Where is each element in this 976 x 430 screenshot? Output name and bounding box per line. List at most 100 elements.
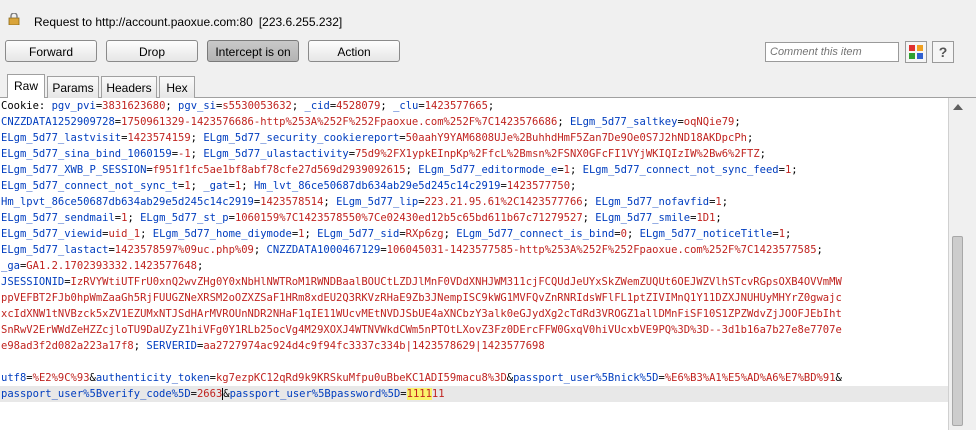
editor-line: ELgm_5d77_XWB_P_SESSION=f951f1fc5ae1bf8a… (0, 162, 948, 178)
punctuation: ; (323, 196, 337, 208)
punctuation: ; (746, 132, 754, 144)
param-value: e98ad3f2d082a223a17f8 (1, 340, 134, 352)
param-value: GA1.2.1702393332.1423577648 (26, 260, 197, 272)
param-name: pgv_pvi (51, 100, 96, 112)
forward-button[interactable]: Forward (5, 40, 97, 62)
param-name: ELgm_5d77_st_p (140, 212, 229, 224)
editor-line: e98ad3f2d082a223a17f8; SERVERID=aa272797… (0, 338, 948, 354)
param-name: _ga (1, 260, 20, 272)
param-name: ELgm_5d77_XWB_P_SESSION (1, 164, 147, 176)
param-value: 106045031-1423577585-http%253A%252F%252F… (386, 244, 817, 256)
drop-button[interactable]: Drop (106, 40, 198, 62)
param-value: 4528079 (336, 100, 381, 112)
request-header: Request to http://account.paoxue.com:80 [… (0, 0, 976, 40)
param-value: %E6%B3%A1%E5%AD%A6%E7%BD%91 (664, 372, 836, 384)
param-value: 1423578514 (260, 196, 324, 208)
scroll-up-arrow-icon[interactable] (953, 104, 963, 110)
lock-icon (8, 13, 20, 25)
param-name: ELgm_5d77_lip (336, 196, 419, 208)
param-name: ELgm_5d77_editormode_e (418, 164, 558, 176)
param-name: ELgm_5d77_sid (317, 228, 400, 240)
param-value: f951f1fc5ae1bf8abf78cfe27d569d2939092615 (152, 164, 406, 176)
punctuation: ; (140, 228, 153, 240)
editor-line: JSESSIONID=IzRVYWtiUTFrU0xnQ2wvZHg0Y0xNb… (0, 274, 948, 290)
param-name: passport_user%5Bpassword%5D (229, 388, 401, 400)
param-value: 1423578597%09uc.php%09 (114, 244, 254, 256)
editor-line: SnRwV2ErWWdZeHZZcjloTU9DaUZyZ1hiVFg0Y1RL… (0, 322, 948, 338)
punctuation: ; (570, 164, 583, 176)
param-name: _cid (304, 100, 330, 112)
param-value: 11 (431, 388, 445, 400)
param-value: uid_1 (108, 228, 141, 240)
param-value: IzRVYWtiUTFrU0xnQ2wvZHg0Y0xNbHlNWTRoM1RW… (70, 276, 842, 288)
help-button[interactable]: ? (932, 41, 954, 63)
param-name: _clu (393, 100, 419, 112)
param-name: CNZZDATA1252909728 (1, 116, 115, 128)
comment-input[interactable] (765, 42, 899, 62)
punctuation: ; (165, 100, 179, 112)
tab-hex[interactable]: Hex (159, 76, 195, 98)
punctuation: ; (196, 260, 204, 272)
editor-line: Cookie: pgv_pvi=3831623680; pgv_si=s5530… (0, 98, 948, 114)
selected-text: 1111 (406, 388, 432, 400)
punctuation: ; (582, 196, 596, 208)
param-value: 3831623680 (102, 100, 166, 112)
editor-line: ELgm_5d77_connect_not_sync_t=1; _gat=1; … (0, 178, 948, 194)
editor-line: ELgm_5d77_lastact=1423578597%09uc.php%09… (0, 242, 948, 258)
punctuation: ; (785, 228, 792, 240)
punctuation: ; (715, 212, 722, 224)
action-button[interactable]: Action (308, 40, 400, 62)
punctuation: ; (721, 196, 729, 208)
editor-line: ELgm_5d77_viewid=uid_1; ELgm_5d77_home_d… (0, 226, 948, 242)
editor-line: _ga=GA1.2.1702393332.1423577648; (0, 258, 948, 274)
editor-line: ELgm_5d77_sendmail=1; ELgm_5d77_st_p=106… (0, 210, 948, 226)
punctuation: ; (127, 212, 141, 224)
param-name: authenticity_token (95, 372, 210, 384)
param-name: ELgm_5d77_sendmail (1, 212, 115, 224)
param-value: kg7ezpKC12qRd9k9KRSkuMfpu0uBbeKC1ADI59ma… (215, 372, 507, 384)
editor-line: ELgm_5d77_lastvisit=1423574159; ELgm_5d7… (0, 130, 948, 146)
highlight-color-button[interactable] (905, 41, 927, 63)
param-value: ppVEFBT2FJb0hpWmZaaGh5RjFUUGZNeXRSM2oOZX… (1, 292, 842, 304)
help-icon: ? (938, 44, 948, 60)
param-name: _gat (203, 180, 229, 192)
punctuation: = (400, 388, 407, 400)
editor-line: CNZZDATA1252909728=1750961329-1423576686… (0, 114, 948, 130)
param-value: oqNQie79 (683, 116, 735, 128)
punctuation: ; (791, 164, 798, 176)
param-name: ELgm_5d77_sina_bind_1060159 (1, 148, 172, 160)
param-value: %E2%9C%93 (32, 372, 90, 384)
punctuation: ; (443, 228, 457, 240)
param-name: ELgm_5d77_noticeTitle (639, 228, 773, 240)
param-value: 223.21.95.61%2C1423577766 (424, 196, 583, 208)
param-name: passport_user%5Bverify_code%5D (1, 388, 191, 400)
tab-raw[interactable]: Raw (7, 74, 45, 99)
param-name: ELgm_5d77_ulastactivity (203, 148, 349, 160)
param-value: xcIdXNW1tNVBzck5xZV1EZUMxNTJSdHArMVROUnN… (1, 308, 842, 320)
param-name: CNZZDATA1000467129 (266, 244, 381, 256)
tab-headers[interactable]: Headers (101, 76, 157, 98)
param-value: 2663 (196, 388, 223, 400)
punctuation: ; (626, 228, 640, 240)
raw-request-editor[interactable]: Cookie: pgv_pvi=3831623680; pgv_si=s5530… (0, 98, 948, 430)
punctuation: ; (253, 244, 267, 256)
param-value: aa2727974ac924d4c9f94fc3337c334b|1423578… (203, 340, 545, 352)
tab-params[interactable]: Params (47, 76, 99, 98)
punctuation: Cookie: (1, 100, 52, 112)
punctuation: ; (557, 116, 570, 128)
param-value: 1423577750 (506, 180, 571, 192)
param-name: ELgm_5d77_security_cookiereport (203, 132, 400, 144)
vertical-scrollbar[interactable] (948, 98, 966, 430)
param-name: ELgm_5d77_lastvisit (1, 132, 122, 144)
intercept-toggle-button[interactable]: Intercept is on (207, 40, 299, 62)
scrollbar-thumb[interactable] (952, 236, 963, 426)
param-value: 1423577665 (424, 100, 488, 112)
param-name: ELgm_5d77_saltkey (569, 116, 678, 128)
param-name: ELgm_5d77_smile (595, 212, 691, 224)
param-value: 1060159%7C1423578550%7Ce02430ed12b5c65bd… (234, 212, 583, 224)
punctuation: ; (380, 100, 394, 112)
punctuation: ; (405, 164, 419, 176)
param-name: pgv_si (178, 100, 216, 112)
param-value: 1750961329-1423576686-http%253A%252F%252… (121, 116, 558, 128)
param-name: passport_user%5Bnick%5D (513, 372, 659, 384)
